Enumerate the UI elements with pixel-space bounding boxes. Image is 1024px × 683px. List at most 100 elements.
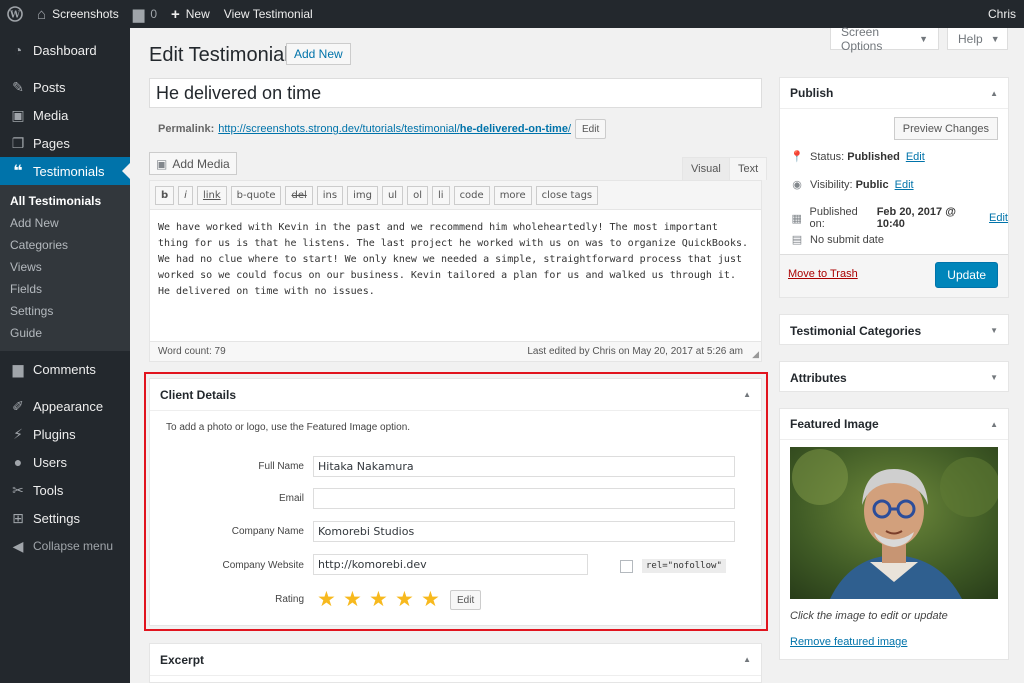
last-edited: Last edited by Chris on May 20, 2017 at … (527, 346, 743, 357)
expand-arrow-icon[interactable]: ▼ (990, 373, 998, 382)
help-label: Help (958, 31, 983, 46)
submenu-views[interactable]: Views (0, 256, 130, 278)
quicktag-blockquote-button[interactable]: b-quote (230, 185, 282, 205)
add-media-button[interactable]: ▣ Add Media (149, 152, 237, 175)
add-new-button[interactable]: Add New (286, 43, 351, 65)
star-icon[interactable]: ★ (317, 589, 343, 610)
update-button[interactable]: Update (935, 262, 998, 288)
sidebar-item-testimonials[interactable]: ❝ Testimonials (0, 157, 130, 185)
collapse-arrow-icon[interactable]: ▲ (990, 89, 998, 98)
company-website-input[interactable] (313, 554, 588, 575)
edit-visibility-link[interactable]: Edit (895, 179, 914, 191)
quicktag-code-button[interactable]: code (453, 185, 490, 205)
sidebar-item-label: Plugins (33, 426, 76, 442)
permalink-link[interactable]: http://screenshots.strong.dev/tutorials/… (218, 123, 571, 135)
quicktag-italic-button[interactable]: i (178, 185, 193, 205)
home-icon: ⌂ (37, 5, 47, 23)
sidebar-item-dashboard[interactable]: ◔ Dashboard (0, 36, 130, 64)
submit-date-value: No submit date (810, 233, 884, 246)
quicktag-img-button[interactable]: img (347, 185, 378, 205)
submenu-add-new[interactable]: Add New (0, 212, 130, 234)
published-on-row: ▦ Published on: Feb 20, 2017 @ 10:40 Edi… (790, 206, 1008, 230)
star-icon[interactable]: ★ (421, 589, 447, 610)
rating-stars[interactable]: ★ ★ ★ ★ ★ (317, 589, 447, 610)
star-icon[interactable]: ★ (395, 589, 421, 610)
tab-visual[interactable]: Visual (682, 157, 730, 180)
nofollow-checkbox[interactable] (620, 560, 633, 573)
collapse-menu-button[interactable]: ◀ Collapse menu (0, 532, 130, 560)
star-icon[interactable]: ★ (369, 589, 395, 610)
expand-arrow-icon[interactable]: ▼ (990, 326, 998, 335)
resize-handle-icon[interactable]: ◢ (752, 349, 759, 360)
submenu-fields[interactable]: Fields (0, 278, 130, 300)
preview-changes-button[interactable]: Preview Changes (893, 117, 998, 140)
quicktag-link-button[interactable]: link (196, 185, 227, 205)
sidebar-item-users[interactable]: ● Users (0, 448, 130, 476)
company-name-label: Company Name (231, 526, 304, 537)
featured-image-box: Featured Image ▲ Click the image to edit… (779, 408, 1009, 660)
quicktag-li-button[interactable]: li (432, 185, 450, 205)
sidebar-item-label: Appearance (33, 398, 104, 414)
sidebar-item-settings[interactable]: ⊞ Settings (0, 504, 130, 532)
user-account-link[interactable]: Chris (981, 0, 1024, 28)
screen-options-button[interactable]: Screen Options ▼ (830, 25, 939, 53)
attributes-header[interactable]: Attributes ▼ (780, 362, 1008, 393)
sidebar-item-comments[interactable]: ▆ Comments (0, 355, 130, 383)
edit-permalink-button[interactable]: Edit (575, 119, 607, 139)
visibility-label: Visibility: (810, 178, 853, 191)
company-name-input[interactable] (313, 521, 735, 542)
sidebar-item-media[interactable]: ▣ Media (0, 101, 130, 129)
permalink-row: Permalink: http://screenshots.strong.dev… (158, 119, 607, 139)
new-content-link[interactable]: + New (164, 0, 217, 28)
collapse-arrow-icon[interactable]: ▲ (990, 420, 998, 429)
featured-image-header[interactable]: Featured Image ▲ (780, 409, 1008, 440)
star-icon[interactable]: ★ (343, 589, 369, 610)
edit-rating-button[interactable]: Edit (450, 590, 482, 610)
wordpress-logo-button[interactable]: W (0, 0, 30, 28)
quicktag-ol-button[interactable]: ol (407, 185, 428, 205)
post-title-input[interactable] (149, 78, 762, 108)
submenu-categories[interactable]: Categories (0, 234, 130, 256)
help-button[interactable]: Help ▼ (947, 28, 1008, 50)
quote-icon: ❝ (13, 163, 23, 180)
edit-date-link[interactable]: Edit (989, 212, 1008, 224)
full-name-input[interactable] (313, 456, 735, 477)
submenu-guide[interactable]: Guide (0, 322, 130, 344)
featured-image-thumbnail[interactable] (790, 447, 998, 599)
edit-status-link[interactable]: Edit (906, 151, 925, 163)
site-name-link[interactable]: ⌂ Screenshots (30, 0, 126, 28)
sidebar-item-pages[interactable]: ❐ Pages (0, 129, 130, 157)
email-input[interactable] (313, 488, 735, 509)
quicktag-close-tags-button[interactable]: close tags (535, 185, 599, 205)
quicktag-more-button[interactable]: more (493, 185, 532, 205)
media-icon: ▣ (11, 106, 25, 123)
submenu-settings[interactable]: Settings (0, 300, 130, 322)
quicktag-ins-button[interactable]: ins (316, 185, 344, 205)
content-textarea[interactable]: We have worked with Kevin in the past an… (150, 210, 761, 342)
quicktag-del-button[interactable]: del (285, 185, 313, 205)
sidebar-item-plugins[interactable]: ⚡ Plugins (0, 420, 130, 448)
view-testimonial-link[interactable]: View Testimonial (217, 0, 320, 28)
pages-icon: ❐ (11, 134, 25, 151)
categories-header[interactable]: Testimonial Categories ▼ (780, 315, 1008, 346)
comments-link[interactable]: ▆ 0 (126, 0, 164, 28)
quicktag-bold-button[interactable]: b (155, 185, 175, 205)
wordpress-logo-icon: W (7, 6, 23, 22)
excerpt-title: Excerpt (160, 652, 205, 667)
submenu-all-testimonials[interactable]: All Testimonials (0, 190, 130, 212)
sidebar-item-appearance[interactable]: ✐ Appearance (0, 392, 130, 420)
attributes-title: Attributes (790, 370, 847, 385)
client-details-header[interactable]: Client Details ▲ (150, 379, 761, 411)
publish-header[interactable]: Publish ▲ (780, 78, 1008, 109)
collapse-arrow-icon[interactable]: ▲ (743, 390, 751, 399)
sidebar-item-posts[interactable]: ✎ Posts (0, 73, 130, 101)
collapse-arrow-icon[interactable]: ▲ (743, 655, 751, 664)
client-details-box: Client Details ▲ To add a photo or logo,… (149, 378, 762, 626)
tab-text[interactable]: Text (729, 157, 768, 180)
move-to-trash-link[interactable]: Move to Trash (788, 268, 858, 280)
excerpt-header[interactable]: Excerpt ▲ (150, 644, 761, 676)
quicktag-ul-button[interactable]: ul (381, 185, 404, 205)
sidebar-item-tools[interactable]: ✂ Tools (0, 476, 130, 504)
remove-featured-image-link[interactable]: Remove featured image (790, 636, 907, 648)
view-label: View Testimonial (223, 7, 313, 21)
